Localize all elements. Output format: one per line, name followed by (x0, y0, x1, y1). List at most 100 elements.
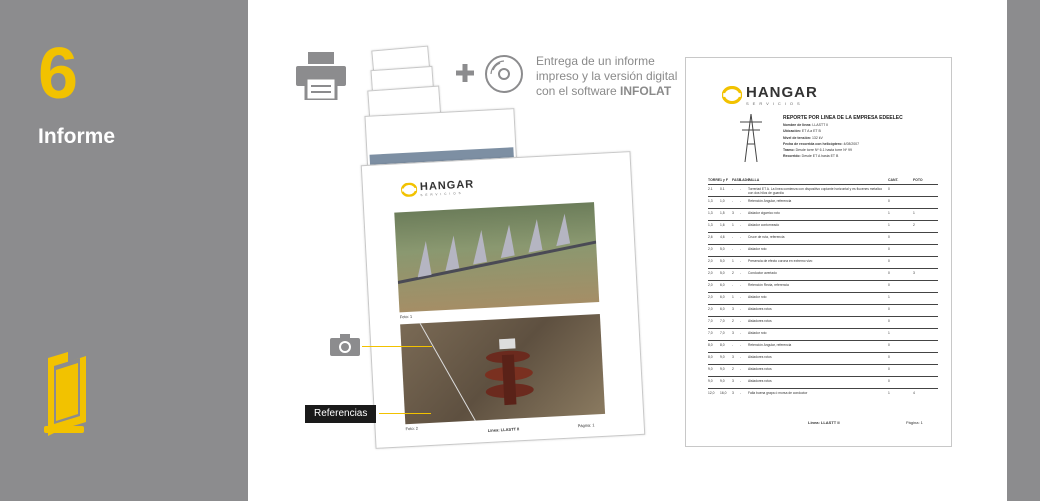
table-cell: 9,0 (720, 379, 725, 383)
table-cell: 0 (888, 355, 890, 359)
table-cell: Retención Angular, referencia (748, 343, 792, 347)
table-cell: 12,0 (708, 391, 715, 395)
table-row: 12,0 16,0 3 - Falla buena grapa ó morsa de c… (708, 388, 938, 400)
table-cell: 9,0 (708, 367, 713, 371)
photo-label: Foto: (405, 425, 415, 432)
meta-row: Recorrido: Desde ET A hasta ET B (783, 153, 859, 159)
table-cell: - (732, 283, 734, 287)
table-cell: 2.1 (708, 187, 713, 191)
caption-line: Entrega de un informe (536, 54, 655, 68)
table-cell: Aisladores rotos (748, 367, 772, 371)
table-row: 2,0 6,0 - - Retención Recta, referencia 0 (708, 280, 938, 292)
software-name: INFOLAT (620, 84, 672, 98)
table-cell: 0 (888, 283, 890, 287)
table-cell: 0 (888, 367, 890, 371)
column-header: TORRE (708, 178, 721, 182)
table-row: 1,3 1,5 3 - Aislador cigarrico roto 1 1 (708, 208, 938, 220)
table-cell: 0 (888, 343, 890, 347)
logo-sub: SERVICIOS (746, 101, 804, 106)
table-cell: 3 (732, 391, 734, 395)
table-row: 8,0 8,0 - - Retención Angular, referencia 0 (708, 340, 938, 352)
table-cell: 1 (888, 223, 890, 227)
table-cell: 0 (888, 319, 890, 323)
insulator-closeup-photo (400, 313, 606, 425)
table-cell: 5,0 (720, 247, 725, 251)
table-cell: - (740, 295, 742, 299)
table-cell: 16,0 (720, 391, 727, 395)
photo-label: Foto: (399, 313, 409, 320)
table-cell: 7,0 (720, 331, 725, 335)
table-cell: 1 (888, 211, 890, 215)
table-cell: - (740, 187, 742, 191)
table-cell: - (740, 379, 742, 383)
table-cell: 1,3 (708, 199, 713, 203)
right-panel (1007, 0, 1040, 501)
table-cell: 7,0 (708, 331, 713, 335)
table-cell: 2 (732, 319, 734, 323)
table-cell: - (740, 319, 742, 323)
table-cell: 1 (888, 295, 890, 299)
table-cell: - (740, 355, 742, 359)
table-cell: 0 (888, 235, 890, 239)
table-cell: 4,6 (720, 235, 725, 239)
table-cell: Aislador cigarrico roto (748, 211, 780, 215)
table-cell: 8,0 (708, 343, 713, 347)
column-header: CANT. (888, 178, 899, 182)
referencias-tag: Referencias (305, 405, 377, 423)
table-cell: Retención Recta, referencia (748, 283, 789, 287)
table-cell: 1 (888, 391, 890, 395)
step-title: Informe (38, 125, 116, 148)
table-cell: 1,5 (720, 211, 725, 215)
table-row: 1,3 1,0 - - Retención Angular, referencia 0 (708, 196, 938, 208)
table-cell: 0 (888, 199, 890, 203)
photo-report-page: HANGAR SERVICIOS Foto: 1 Foto: 2 Linea: … (360, 151, 646, 449)
table-row: 2,0 5,0 1 - Presencia de efecto corona en ex… (708, 256, 938, 268)
tower-icon (738, 113, 764, 167)
table-row: 9,0 9,0 2 - Aisladores rotos 0 (708, 364, 938, 376)
table-cell: Aislador roto (748, 331, 767, 335)
table-cell: 0 (888, 247, 890, 251)
step-number: 6 (38, 34, 79, 114)
table-cell: 0 (888, 271, 890, 275)
table-row: 1,3 1,6 1 - Aislador contorneado 1 2 (708, 220, 938, 232)
table-cell: 0 (888, 379, 890, 383)
table-row: 2.1 0.1 - - Torreriad ET A. La línea comienz… (708, 184, 938, 196)
table-cell: Cruce de ruta, referencia (748, 235, 785, 239)
table-cell: - (740, 283, 742, 287)
table-cell: 6,0 (720, 283, 725, 287)
logo-brand: HANGAR (746, 84, 818, 101)
meta-key: Nivel de tensión: (783, 135, 812, 140)
table-cell: 1 (913, 211, 915, 215)
table-cell: - (740, 391, 742, 395)
meta-value: Desde torre Nº 6.1 hasta torre Nº 99 (794, 148, 852, 153)
table-cell: Presencia de efecto corona en extremo vi… (748, 259, 813, 263)
table-cell: - (740, 259, 742, 263)
table-cell: 5,0 (720, 259, 725, 263)
report-meta: Nombre de linea: LLASTT II Ubicación: ET … (783, 122, 859, 160)
table-cell: 0.1 (720, 187, 725, 191)
left-panel: 6 Informe (0, 0, 248, 501)
report-title: REPORTE POR LINEA DE LA EMPRESA EDEELEC (783, 115, 903, 121)
meta-key: Fecha de recorrida con helicóptero: (783, 141, 843, 146)
meta-value: LLASTT II (811, 123, 829, 127)
table-cell: 2 (732, 367, 734, 371)
table-row: 2,6 4,6 - - Cruce de ruta, referencia 0 (708, 232, 938, 244)
plus-icon (456, 64, 474, 87)
table-cell: 2,0 (708, 247, 713, 251)
table-cell: 3 (732, 307, 734, 311)
table-cell: Torreriad ET A. La línea comienza con di… (748, 187, 883, 195)
table-cell: 0 (888, 307, 890, 311)
table-cell: 5,0 (720, 271, 725, 275)
table-row: 2,0 6,0 1 - Aislador roto 1 (708, 292, 938, 304)
meta-value: Desde ET A hasta ET B (800, 154, 839, 159)
table-row: 7,0 7,0 2 - Aisladores rotos 0 (708, 316, 938, 328)
table-row: 2,0 5,0 - - Aislador roto 0 (708, 244, 938, 256)
column-header: LADO (740, 178, 750, 182)
printer-icon (296, 52, 346, 105)
table-cell: 2,0 (708, 271, 713, 275)
caption-line: con el software (536, 84, 621, 98)
caption-line: impreso y la versión digital (536, 69, 678, 83)
referencias-leader-line (379, 413, 431, 414)
table-cell: - (740, 211, 742, 215)
table-cell: Aisladores rotos (748, 355, 772, 359)
